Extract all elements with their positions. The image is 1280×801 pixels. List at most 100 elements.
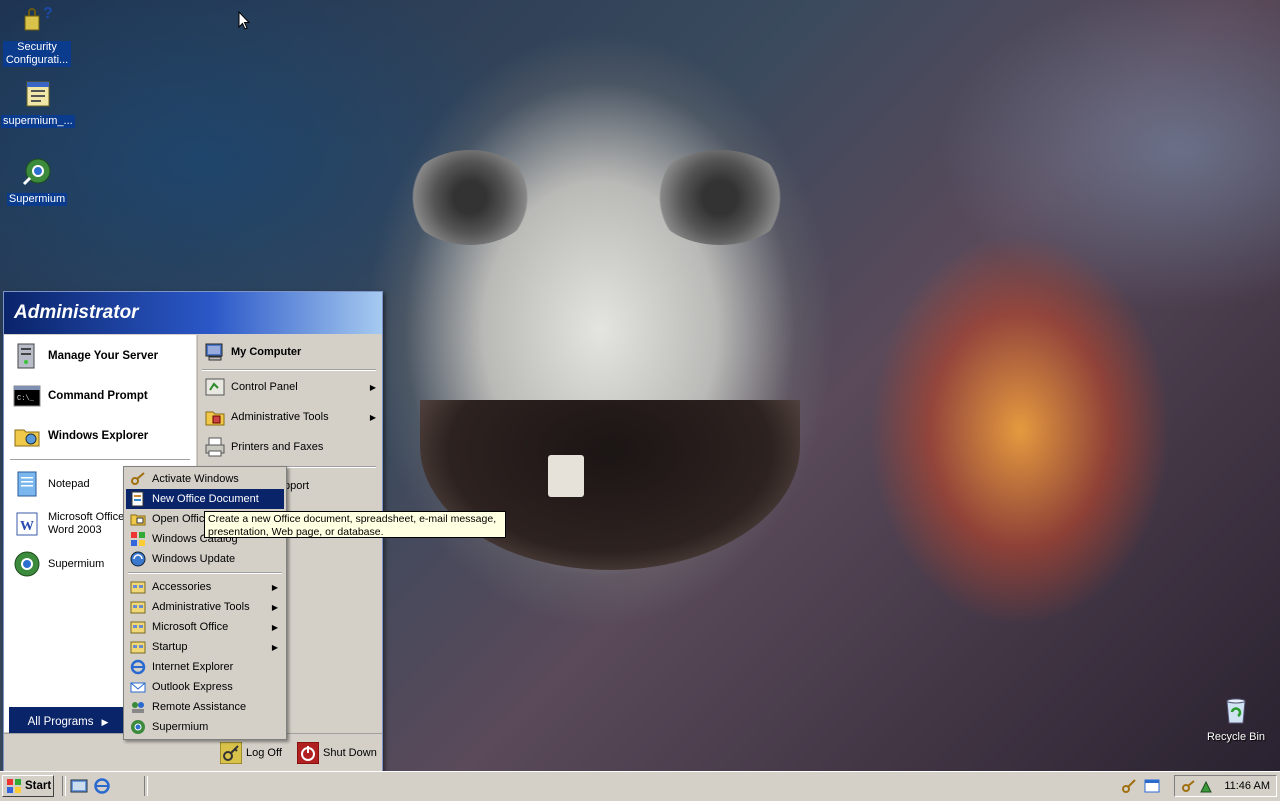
start-item-label: Notepad	[48, 477, 90, 490]
mouse-cursor-icon	[238, 11, 250, 30]
start-item-label: My Computer	[231, 346, 302, 358]
taskbar-divider	[62, 776, 66, 796]
windows-explorer-icon	[14, 429, 40, 447]
program-folder-microsoft-office[interactable]: Microsoft Office ▶	[126, 617, 284, 637]
start-item-label: Administrative Tools	[231, 411, 329, 423]
program-label: Supermium	[152, 721, 209, 733]
start-item-label: Windows Explorer	[48, 429, 149, 442]
program-label: Activate Windows	[152, 473, 239, 485]
start-item-label: Supermium	[48, 557, 105, 570]
start-button-label: Start	[25, 780, 52, 792]
program-supermium[interactable]: Supermium	[126, 717, 284, 737]
security-configuration-icon: ?	[24, 5, 53, 31]
program-label: Startup	[152, 641, 188, 653]
log-off-label: Log Off	[246, 747, 282, 759]
start-item-notepad[interactable]: Notepad	[12, 466, 90, 502]
command-prompt-icon: C:\_	[13, 385, 41, 407]
start-item-command-prompt[interactable]: C:\_ Command Prompt	[12, 378, 148, 414]
start-item-microsoft-office-word[interactable]: W Microsoft Office Word 2003	[12, 506, 134, 542]
tooltip-line-2: presentation, Web page, or database.	[208, 525, 384, 538]
start-item-my-computer[interactable]: My Computer	[204, 337, 380, 367]
program-label: Internet Explorer	[152, 661, 234, 673]
tray-network-icon[interactable]	[1199, 779, 1214, 794]
svg-text:?: ?	[43, 5, 53, 22]
desktop-icon-label: supermium_...	[1, 115, 75, 128]
supermium-icon	[22, 158, 51, 186]
submenu-arrow-icon: ▶	[101, 716, 109, 727]
windows-catalog-icon	[131, 532, 145, 546]
programs-menu-separator	[128, 572, 282, 574]
recycle-bin-icon	[1226, 698, 1246, 724]
toolbar-key-icon[interactable]	[1120, 777, 1138, 795]
program-activate-windows[interactable]: Activate Windows	[126, 469, 284, 489]
installer-icon	[26, 81, 50, 107]
submenu-arrow-icon: ▶	[369, 382, 376, 392]
key-icon	[131, 472, 145, 485]
all-programs-label: All Programs	[27, 716, 94, 728]
all-programs-menu: Activate Windows New Office Document Ope…	[123, 466, 287, 740]
wallpaper-tooth	[548, 455, 584, 497]
key-icon	[220, 742, 242, 764]
outlook-express-icon	[130, 682, 146, 693]
wallpaper-right-eye	[650, 150, 790, 245]
new-office-document-icon	[131, 491, 144, 507]
internet-explorer-icon[interactable]	[93, 777, 111, 795]
remote-assistance-icon	[132, 702, 144, 713]
desktop-icon-recycle-bin[interactable]: Recycle Bin	[1200, 694, 1272, 744]
wallpaper-left-eye	[405, 150, 535, 245]
taskbar-divider	[144, 776, 148, 796]
desktop-icon-supermium-installer[interactable]: supermium_...	[1, 78, 75, 128]
start-item-label: Printers and Faxes	[231, 441, 324, 453]
desktop-icon-supermium[interactable]: Supermium	[1, 156, 73, 206]
desktop-icon-security-configuration[interactable]: ? Security Configurati...	[1, 4, 73, 67]
program-label: Accessories	[152, 581, 212, 593]
start-item-label: Microsoft Office Word 2003	[48, 511, 125, 536]
log-off-button[interactable]: Log Off	[220, 742, 282, 764]
program-label: Outlook Express	[152, 681, 233, 693]
program-label: Microsoft Office	[152, 621, 229, 633]
tray-security-icon[interactable]	[1181, 779, 1196, 794]
desktop-icon-label: Security Configurati...	[3, 41, 71, 67]
start-button[interactable]: Start	[2, 775, 54, 797]
start-item-printers-and-faxes[interactable]: Printers and Faxes	[204, 434, 380, 460]
server-icon	[17, 343, 35, 369]
start-item-label: Control Panel	[231, 381, 298, 393]
start-item-supermium[interactable]: Supermium	[12, 546, 104, 582]
my-computer-icon	[205, 343, 223, 361]
program-folder-administrative-tools[interactable]: Administrative Tools ▶	[126, 597, 284, 617]
show-desktop-icon[interactable]	[70, 777, 88, 795]
power-icon	[297, 742, 319, 764]
program-group-icon	[130, 601, 146, 614]
toolbar-window-icon[interactable]	[1143, 777, 1161, 795]
program-new-office-document[interactable]: New Office Document	[126, 489, 284, 509]
program-internet-explorer[interactable]: Internet Explorer	[126, 657, 284, 677]
administrative-tools-icon	[205, 411, 225, 426]
start-menu-separator	[202, 369, 376, 371]
desktop-icon-label: Recycle Bin	[1206, 731, 1266, 743]
new-office-document-tooltip: Create a new Office document, spreadshee…	[204, 511, 506, 538]
program-label: New Office Document	[152, 493, 259, 505]
start-menu-separator	[10, 459, 190, 461]
start-item-control-panel[interactable]: Control Panel ▶	[204, 374, 380, 400]
taskbar-clock[interactable]: 11:46 AM	[1224, 780, 1270, 792]
program-windows-update[interactable]: Windows Update	[126, 549, 284, 569]
program-label: Remote Assistance	[152, 701, 247, 713]
start-item-manage-your-server[interactable]: Manage Your Server	[12, 338, 158, 374]
wallpaper-mouth	[420, 400, 800, 570]
start-item-windows-explorer[interactable]: Windows Explorer	[12, 418, 148, 454]
program-folder-accessories[interactable]: Accessories ▶	[126, 577, 284, 597]
open-office-document-icon	[130, 514, 146, 526]
windows-update-icon	[130, 551, 146, 567]
submenu-arrow-icon: ▶	[271, 622, 278, 632]
shut-down-button[interactable]: Shut Down	[297, 742, 377, 764]
svg-text:W: W	[20, 519, 34, 534]
program-remote-assistance[interactable]: Remote Assistance	[126, 697, 284, 717]
program-folder-startup[interactable]: Startup ▶	[126, 637, 284, 657]
tooltip-line-1: Create a new Office document, spreadshee…	[208, 513, 497, 525]
start-item-administrative-tools[interactable]: Administrative Tools ▶	[204, 404, 380, 430]
program-group-icon	[130, 581, 146, 594]
program-outlook-express[interactable]: Outlook Express	[126, 677, 284, 697]
control-panel-icon	[205, 378, 225, 396]
start-item-label: Manage Your Server	[48, 349, 159, 362]
taskbar: Start 11:46 AM	[0, 771, 1280, 801]
